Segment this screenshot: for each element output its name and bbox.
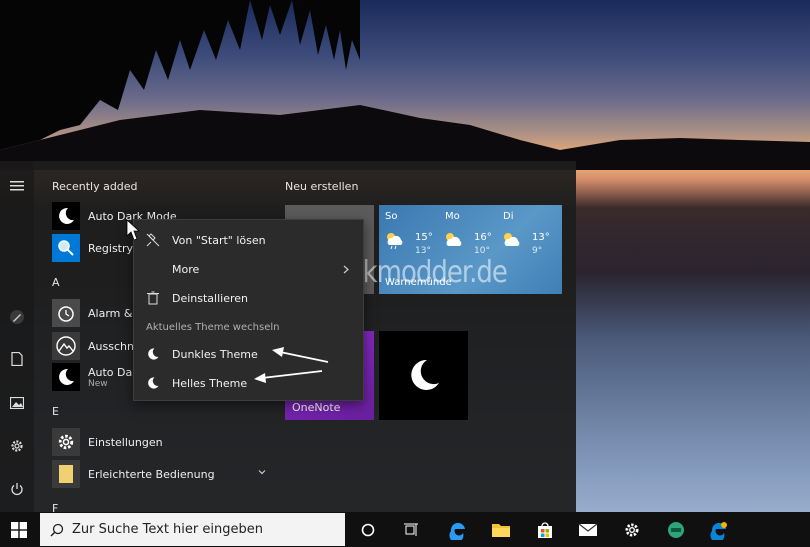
cortana-button[interactable] bbox=[349, 512, 387, 547]
weather-low: 13° bbox=[415, 246, 431, 256]
edge-icon bbox=[449, 522, 465, 540]
edge-canary-icon bbox=[710, 521, 727, 540]
cortana-icon bbox=[361, 523, 375, 536]
folder-icon bbox=[52, 460, 80, 488]
power-button[interactable] bbox=[4, 476, 30, 502]
search-box[interactable]: Zur Suche Text hier eingeben bbox=[40, 513, 345, 546]
mail-icon bbox=[578, 523, 598, 536]
clock-icon bbox=[52, 299, 80, 327]
power-icon bbox=[11, 483, 23, 496]
store-button[interactable] bbox=[526, 512, 564, 547]
store-icon bbox=[538, 521, 552, 538]
pictures-button[interactable] bbox=[4, 390, 30, 416]
trash-icon bbox=[147, 291, 159, 305]
windows-logo-icon bbox=[11, 521, 27, 538]
task-view-icon bbox=[404, 523, 418, 536]
folder-icon bbox=[492, 523, 510, 537]
chevron-right-icon bbox=[343, 265, 349, 274]
menu-item-more[interactable]: More bbox=[134, 255, 363, 283]
pen-icon bbox=[10, 310, 24, 324]
taskbar: Zur Suche Text hier eingeben bbox=[0, 512, 810, 547]
weather-day: So bbox=[385, 211, 398, 222]
start-rail bbox=[0, 161, 34, 512]
mail-button[interactable] bbox=[569, 512, 607, 547]
edge-canary-button[interactable] bbox=[700, 512, 738, 547]
chevron-down-icon bbox=[258, 470, 266, 475]
app-item-erleichterte-bedienung[interactable]: Erleichterte Bedienung bbox=[52, 460, 280, 488]
weather-high: 13° bbox=[532, 232, 550, 243]
picture-icon bbox=[10, 397, 24, 409]
moon-icon bbox=[148, 348, 159, 360]
auto-dark-mode-tile[interactable] bbox=[379, 331, 468, 420]
menu-item-dark-theme[interactable]: Dunkles Theme bbox=[134, 340, 363, 368]
snipping-tool-icon bbox=[52, 332, 80, 360]
rain-cloud-icon bbox=[387, 233, 403, 249]
letter-header-a[interactable]: A bbox=[52, 276, 60, 289]
app-label: Einstellungen bbox=[88, 435, 163, 449]
app-item-einstellungen[interactable]: Einstellungen bbox=[52, 428, 280, 456]
settings-taskbar-button[interactable] bbox=[613, 512, 651, 547]
task-view-button[interactable] bbox=[392, 512, 430, 547]
app-label: Erleichterte Bedienung bbox=[88, 467, 215, 481]
partly-cloudy-icon bbox=[446, 233, 462, 246]
partly-cloudy-icon bbox=[504, 233, 520, 246]
tile-group-title[interactable]: Neu erstellen bbox=[285, 180, 358, 193]
start-button[interactable] bbox=[0, 512, 38, 547]
menu-item-uninstall[interactable]: Deinstallieren bbox=[134, 284, 363, 312]
search-placeholder: Zur Suche Text hier eingeben bbox=[72, 522, 263, 537]
gear-icon bbox=[625, 522, 639, 537]
weather-high: 15° bbox=[415, 232, 433, 243]
moon-icon bbox=[52, 202, 80, 230]
onenote-label: OneNote bbox=[292, 401, 341, 414]
moon-icon bbox=[52, 363, 80, 391]
edge-beta-button[interactable] bbox=[657, 512, 695, 547]
settings-button[interactable] bbox=[4, 433, 30, 459]
gear-icon bbox=[52, 428, 80, 456]
hamburger-menu-button[interactable] bbox=[4, 173, 30, 199]
new-badge: New bbox=[88, 378, 108, 389]
moon-icon bbox=[411, 359, 439, 390]
edge-button[interactable] bbox=[439, 512, 477, 547]
menu-item-light-theme[interactable]: Helles Theme bbox=[134, 369, 363, 397]
weather-day: Di bbox=[503, 211, 514, 222]
weather-high: 16° bbox=[474, 232, 492, 243]
edge-beta-icon bbox=[668, 521, 684, 538]
hamburger-icon bbox=[10, 181, 24, 191]
file-explorer-button[interactable] bbox=[482, 512, 520, 547]
menu-section-header: Aktuelles Theme wechseln bbox=[146, 322, 280, 333]
menu-item-unpin[interactable]: Von "Start" lösen bbox=[134, 226, 363, 254]
moon-icon bbox=[148, 377, 159, 389]
weather-day: Mo bbox=[445, 211, 460, 222]
weather-low: 9° bbox=[532, 246, 543, 256]
registry-finder-icon bbox=[52, 234, 80, 262]
letter-header-e[interactable]: E bbox=[52, 405, 59, 418]
user-avatar-button[interactable] bbox=[4, 304, 30, 330]
unpin-icon bbox=[146, 233, 160, 247]
search-icon bbox=[50, 523, 64, 537]
weather-low: 10° bbox=[474, 246, 490, 256]
documents-button[interactable] bbox=[4, 346, 30, 372]
gear-icon bbox=[11, 440, 23, 452]
document-icon bbox=[11, 352, 23, 366]
app-label: Auto Dar bbox=[88, 365, 137, 379]
context-menu: Von "Start" lösen More Deinstallieren Ak… bbox=[133, 219, 364, 401]
recently-added-heading: Recently added bbox=[52, 180, 138, 193]
